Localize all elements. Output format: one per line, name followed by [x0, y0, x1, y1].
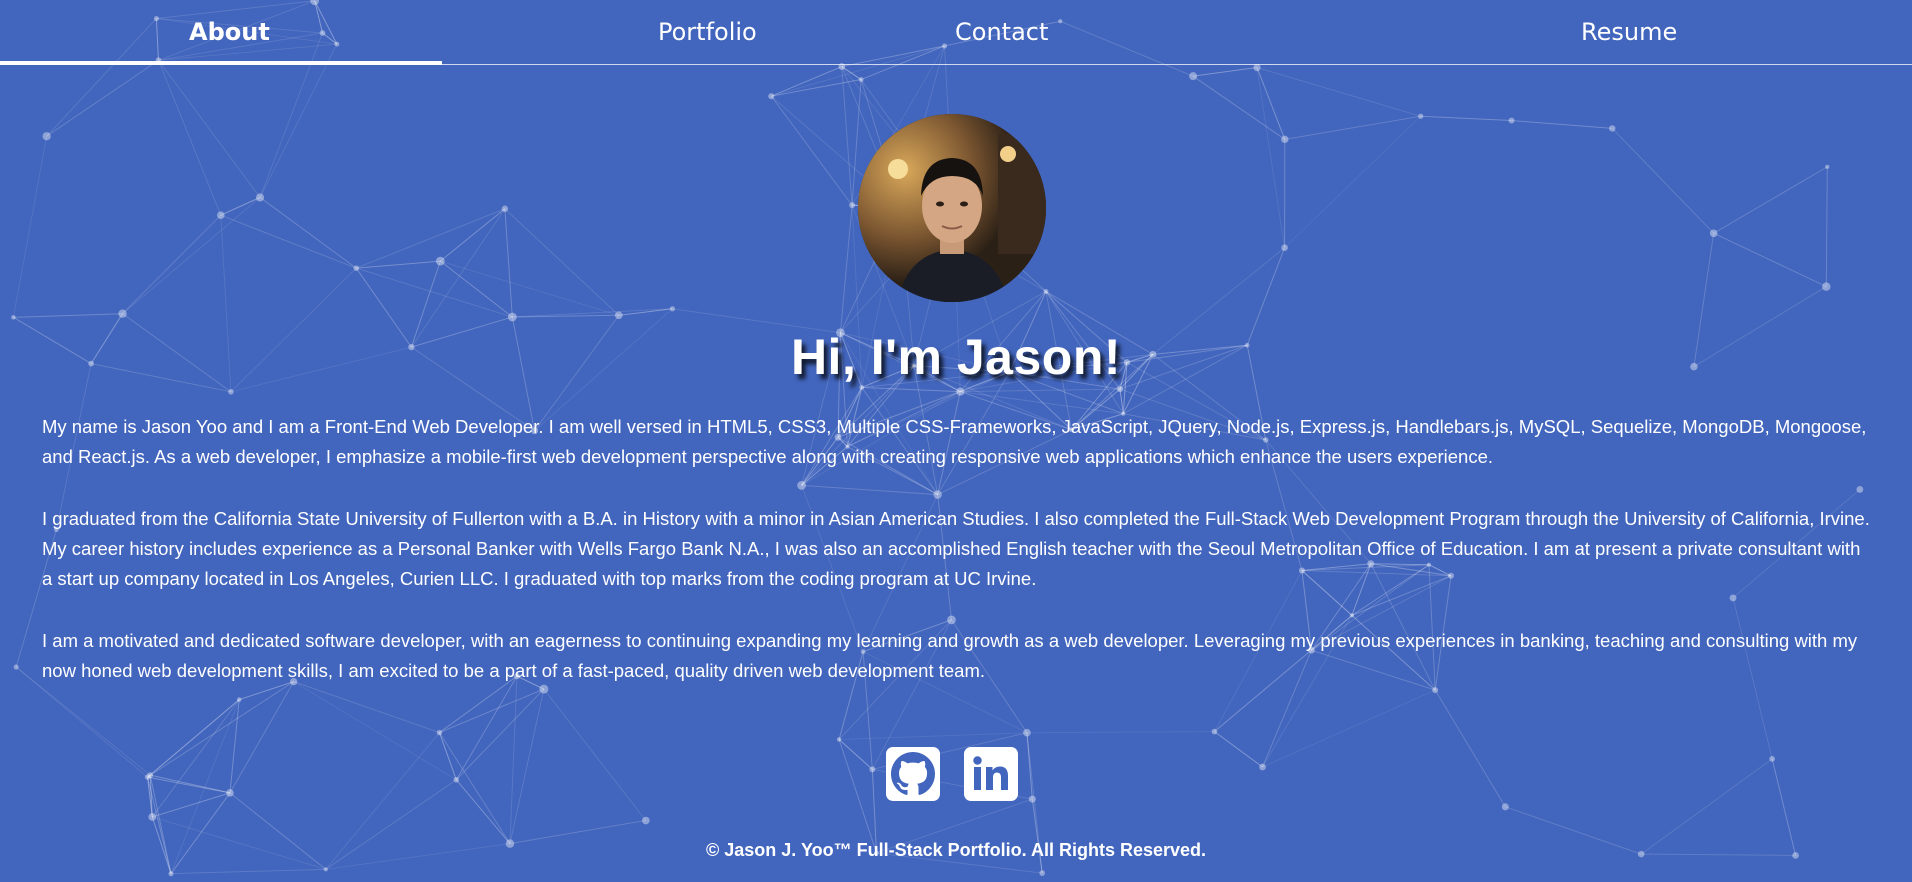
page-title: Hi, I'm Jason!: [790, 329, 1122, 385]
linkedin-icon: [973, 756, 1008, 790]
tab-portfolio-label: Portfolio: [658, 18, 757, 46]
bio-paragraph: I am a motivated and dedicated software …: [42, 630, 1858, 681]
tab-resume-label: Resume: [1581, 18, 1678, 46]
linkedin-link[interactable]: [964, 747, 1018, 801]
tab-about[interactable]: About: [0, 0, 460, 65]
github-icon: [891, 752, 935, 795]
tab-resume[interactable]: Resume: [1437, 0, 1912, 64]
top-navigation: About Portfolio Contact Resume: [0, 0, 1912, 65]
bio-paragraph: I graduated from the California State Un…: [42, 508, 1870, 589]
about-bio: My name is Jason Yoo and I am a Front-En…: [42, 412, 1872, 718]
footer-copyright: © Jason J. Yoo™ Full-Stack Portfolio. Al…: [705, 840, 1207, 860]
tab-contact-label: Contact: [955, 18, 1049, 46]
profile-photo: [858, 114, 1046, 302]
tab-contact[interactable]: Contact: [955, 0, 1437, 64]
social-links: [886, 747, 1018, 801]
bio-paragraph: My name is Jason Yoo and I am a Front-En…: [42, 416, 1867, 467]
tab-about-label: About: [189, 18, 270, 46]
github-link[interactable]: [886, 747, 940, 801]
tab-portfolio[interactable]: Portfolio: [460, 0, 955, 64]
